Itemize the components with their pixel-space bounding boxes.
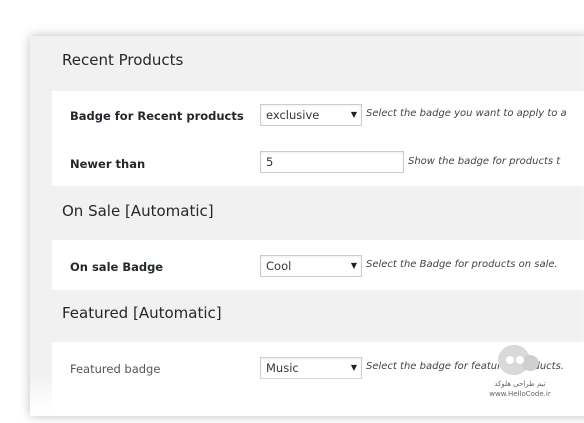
newer-than-label: Newer than [70,157,146,171]
on-sale-badge-select[interactable]: Cool ▼ [260,255,362,277]
hellocode-watermark: تیم طراحی هلوکد www.HelloCode.ir [480,340,560,400]
recent-badge-select[interactable]: exclusive ▼ [260,104,362,126]
newer-than-description: Show the badge for products t [408,156,561,167]
on-sale-badge-label: On sale Badge [70,260,164,274]
recent-products-panel: Badge for Recent products exclusive ▼ Se… [52,91,584,186]
on-sale-panel: On sale Badge Cool ▼ Select the Badge fo… [52,240,584,290]
featured-badge-select[interactable]: Music ▼ [260,357,362,379]
recent-badge-value: exclusive [266,108,320,122]
watermark-line-2: www.HelloCode.ir [489,390,551,398]
on-sale-badge-value: Cool [266,259,292,273]
hellocode-logo-icon [498,345,539,375]
triangle-down-icon: ▼ [350,110,357,119]
recent-badge-label: Badge for Recent products [70,109,244,123]
featured-heading: Featured [Automatic] [62,304,222,322]
recent-products-heading: Recent Products [62,51,184,69]
triangle-down-icon: ▼ [350,261,357,270]
featured-badge-value: Music [266,361,299,375]
triangle-down-icon: ▼ [350,363,357,372]
on-sale-heading: On Sale [Automatic] [62,202,214,220]
newer-than-input[interactable]: 5 [260,151,404,173]
featured-badge-label: Featured badge [70,362,161,376]
on-sale-badge-description: Select the Badge for products on sale. [366,259,558,270]
watermark-line-1: تیم طراحی هلوکد [494,380,546,388]
recent-badge-description: Select the badge you want to apply to a [366,108,567,119]
